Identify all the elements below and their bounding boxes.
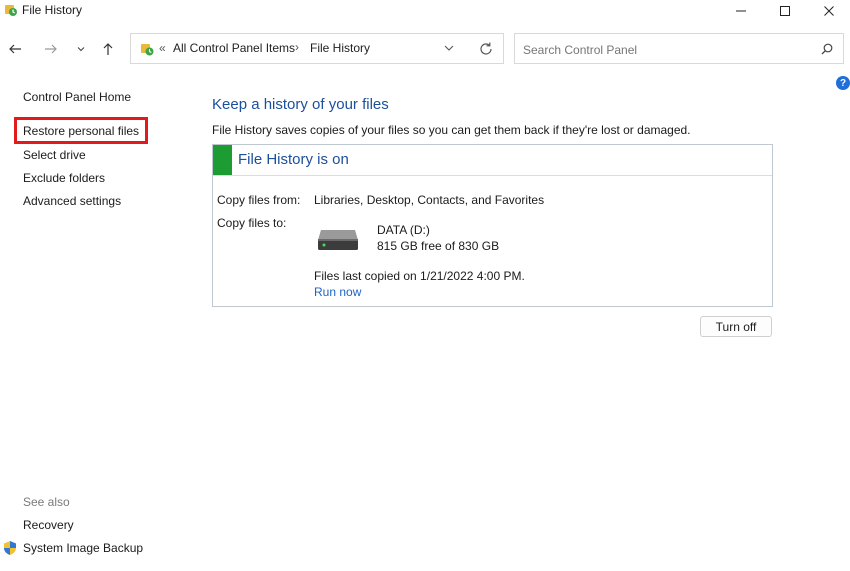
shield-icon <box>2 540 18 556</box>
sidebar-item-restore-personal-files[interactable]: Restore personal files <box>14 117 149 144</box>
page-title: Keep a history of your files <box>212 96 389 113</box>
chevron-down-icon <box>444 45 454 51</box>
help-button[interactable]: ? <box>836 76 850 90</box>
address-bar[interactable]: « All Control Panel Items › File History <box>130 33 504 64</box>
status-title: File History is on <box>238 151 349 168</box>
sidebar-item-select-drive[interactable]: Select drive <box>23 148 86 162</box>
file-history-icon <box>4 3 18 17</box>
last-copied-text: Files last copied on 1/21/2022 4:00 PM. <box>314 269 525 283</box>
title-bar: File History <box>0 0 850 22</box>
sidebar-item-control-panel-home[interactable]: Control Panel Home <box>23 90 131 104</box>
arrow-left-icon <box>9 44 21 54</box>
minimize-button[interactable] <box>718 0 764 22</box>
sidebar-item-advanced-settings[interactable]: Advanced settings <box>23 194 121 208</box>
search-icon[interactable] <box>819 41 835 57</box>
breadcrumb-separator[interactable]: › <box>295 40 299 54</box>
see-also-system-image-backup-link[interactable]: System Image Backup <box>23 541 143 555</box>
refresh-icon <box>480 42 492 55</box>
minimize-icon <box>736 10 746 12</box>
copy-from-label: Copy files from: <box>217 193 301 207</box>
window-title: File History <box>22 3 83 17</box>
copy-to-label: Copy files to: <box>217 216 287 230</box>
hard-drive-icon <box>317 228 359 252</box>
maximize-button[interactable] <box>762 0 808 22</box>
control-panel-icon <box>139 41 155 57</box>
see-also-recovery-link[interactable]: Recovery <box>23 518 74 532</box>
run-now-link[interactable]: Run now <box>314 285 361 299</box>
forward-button[interactable] <box>40 38 62 60</box>
recent-locations-button[interactable] <box>70 38 92 60</box>
maximize-icon <box>780 6 790 16</box>
address-overflow-chevron[interactable]: « <box>159 41 166 55</box>
breadcrumb-all-control-panel-items[interactable]: All Control Panel Items <box>173 41 295 55</box>
chevron-down-icon <box>77 47 85 52</box>
page-description: File History saves copies of your files … <box>212 123 691 137</box>
search-box[interactable] <box>514 33 844 64</box>
file-history-status-panel: File History is on Copy files from: Libr… <box>212 144 773 307</box>
status-indicator <box>213 145 232 175</box>
drive-name: DATA (D:) <box>377 223 430 237</box>
close-button[interactable] <box>806 0 850 22</box>
see-also-heading: See also <box>23 495 70 509</box>
refresh-button[interactable] <box>477 40 495 58</box>
up-button[interactable] <box>97 38 119 60</box>
address-dropdown-button[interactable] <box>441 40 457 56</box>
sidebar-item-exclude-folders[interactable]: Exclude folders <box>23 171 105 185</box>
back-button[interactable] <box>4 38 26 60</box>
turn-off-button[interactable]: Turn off <box>700 316 772 337</box>
breadcrumb-file-history[interactable]: File History <box>310 41 370 55</box>
arrow-right-icon <box>45 44 57 54</box>
arrow-up-icon <box>103 43 113 55</box>
drive-free-space: 815 GB free of 830 GB <box>377 239 500 253</box>
status-header: File History is on <box>213 145 772 176</box>
copy-from-value: Libraries, Desktop, Contacts, and Favori… <box>314 193 545 207</box>
close-icon <box>824 6 834 16</box>
search-input[interactable] <box>521 40 815 60</box>
